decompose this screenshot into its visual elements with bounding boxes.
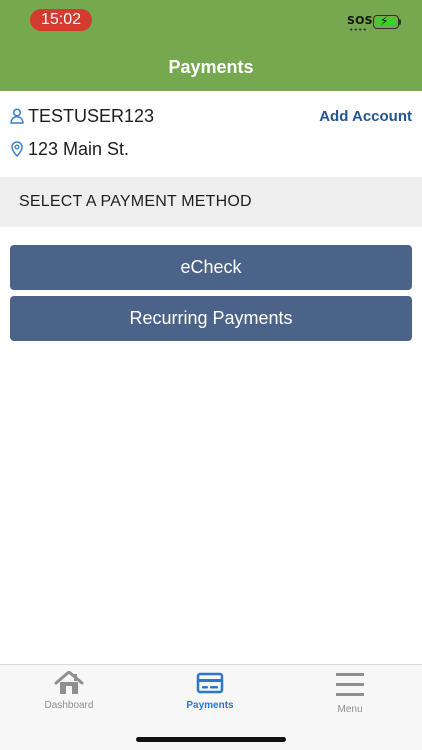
section-title: SELECT A PAYMENT METHOD bbox=[19, 193, 252, 210]
tab-dashboard-label: Dashboard bbox=[44, 700, 94, 711]
address-row: 123 Main St. bbox=[10, 137, 412, 161]
home-icon bbox=[54, 671, 84, 694]
location-pin-icon bbox=[10, 141, 24, 157]
account-row: TESTUSER123 Add Account bbox=[10, 104, 412, 128]
payments-screen: 15:02 SOS ⚡ Payments TESTUSER123 Add Acc… bbox=[0, 0, 422, 750]
tab-payments-label: Payments bbox=[186, 700, 234, 711]
tab-menu[interactable]: Menu bbox=[300, 671, 400, 723]
recurring-payments-button[interactable]: Recurring Payments bbox=[10, 296, 412, 341]
account-username: TESTUSER123 bbox=[28, 105, 155, 126]
page-title: Payments bbox=[168, 57, 254, 77]
header-bar: 15:02 SOS ⚡ Payments bbox=[0, 0, 422, 91]
account-address: 123 Main St. bbox=[28, 138, 130, 159]
card-icon bbox=[196, 672, 224, 694]
tab-menu-label: Menu bbox=[337, 704, 363, 715]
menu-icon bbox=[336, 673, 364, 696]
tab-payments[interactable]: Payments bbox=[160, 671, 260, 723]
payment-method-section: SELECT A PAYMENT METHOD bbox=[0, 177, 422, 227]
battery-icon: ⚡ bbox=[373, 14, 399, 29]
user-icon bbox=[10, 108, 24, 124]
charging-bolt-icon: ⚡ bbox=[380, 14, 389, 28]
signal-dots-icon bbox=[349, 28, 367, 31]
battery-cap bbox=[399, 19, 401, 25]
tab-dashboard[interactable]: Dashboard bbox=[19, 671, 119, 723]
add-account-link[interactable]: Add Account bbox=[319, 108, 412, 125]
echeck-button[interactable]: eCheck bbox=[10, 245, 412, 290]
status-time: 15:02 bbox=[30, 9, 92, 31]
carrier-label: SOS bbox=[347, 14, 373, 27]
home-indicator[interactable] bbox=[136, 737, 286, 742]
